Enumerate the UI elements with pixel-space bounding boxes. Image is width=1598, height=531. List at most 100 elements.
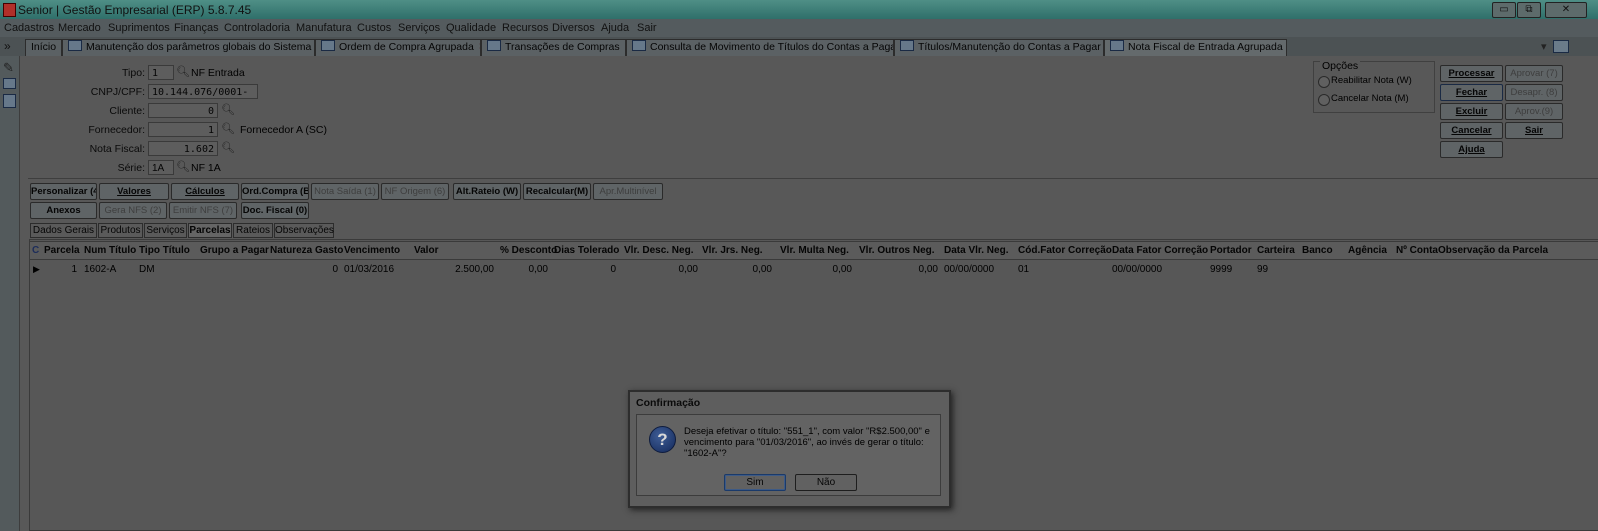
cell-dias-tolerado[interactable]: 0	[590, 264, 616, 275]
desaprovar-button[interactable]: Desapr. (8)	[1505, 84, 1563, 101]
menu-custos[interactable]: Custos	[357, 22, 391, 34]
cell-tipo-titulo[interactable]: DM	[139, 264, 155, 275]
tipo-field[interactable]: 1	[148, 65, 174, 80]
subtab-produtos[interactable]: Produtos	[98, 223, 143, 238]
cell-num-titulo[interactable]: 1602-A	[84, 264, 116, 275]
search-icon[interactable]: 🔍︎	[221, 141, 235, 154]
subtab-parcelas[interactable]: Parcelas	[188, 223, 232, 238]
window-icon[interactable]	[3, 78, 16, 89]
col-header[interactable]: Tipo Título	[139, 245, 190, 256]
cell-vlr-jrs-neg[interactable]: 0,00	[734, 264, 772, 275]
search-icon[interactable]: 🔍︎	[221, 122, 235, 135]
col-header[interactable]: Grupo a Pagar	[200, 245, 269, 256]
doc-fiscal-button[interactable]: Doc. Fiscal (0)	[241, 202, 309, 219]
col-header[interactable]: Cód.Fator Correção	[1018, 245, 1112, 256]
recalcular-button[interactable]: Recalcular(M)	[523, 183, 591, 200]
menu-mercado[interactable]: Mercado	[58, 22, 101, 34]
col-header[interactable]: Vlr. Jrs. Neg.	[702, 245, 763, 256]
tab-titulos-manutencao[interactable]: Títulos/Manutenção do Contas a Pagar✖	[894, 39, 1104, 56]
search-icon[interactable]: 🔍︎	[176, 160, 190, 173]
apr-multinivel-button[interactable]: Apr.Multinível	[593, 183, 663, 200]
cancelar-button[interactable]: Cancelar	[1440, 122, 1503, 139]
menu-financas[interactable]: Finanças	[174, 22, 219, 34]
nota-fiscal-field[interactable]: 1.602	[148, 141, 218, 156]
col-header[interactable]: Dias Tolerado	[554, 245, 619, 256]
col-header[interactable]: Num Título	[84, 245, 136, 256]
grid-corner[interactable]: C	[32, 245, 39, 256]
col-header[interactable]: % Desconto	[500, 245, 557, 256]
menu-servicos[interactable]: Serviços	[398, 22, 440, 34]
menu-suprimentos[interactable]: Suprimentos	[108, 22, 170, 34]
col-header[interactable]: Data Vlr. Neg.	[944, 245, 1008, 256]
sair-button[interactable]: Sair	[1505, 122, 1563, 139]
cell-vlr-outros-neg[interactable]: 0,00	[900, 264, 938, 275]
expand-arrow-icon[interactable]: »	[4, 39, 11, 53]
cell-valor[interactable]: 2.500,00	[430, 264, 494, 275]
tab-inicio[interactable]: Início	[25, 39, 62, 56]
aprov-button[interactable]: Aprov.(9)	[1505, 103, 1563, 120]
col-header[interactable]: Carteira	[1257, 245, 1295, 256]
excluir-button[interactable]: Excluir	[1440, 103, 1503, 120]
tab-nota-fiscal-entrada-agrupada[interactable]: Nota Fiscal de Entrada Agrupada✖	[1104, 39, 1287, 56]
cell-parcela[interactable]: 1	[67, 264, 77, 275]
wrench-icon[interactable]: ✎	[3, 60, 14, 76]
menu-sair[interactable]: Sair	[637, 22, 657, 34]
ajuda-button[interactable]: Ajuda	[1440, 141, 1503, 158]
nao-button[interactable]: Não	[795, 474, 857, 491]
minimize-button[interactable]: ▭	[1492, 2, 1516, 18]
col-header[interactable]: Observação da Parcela	[1438, 245, 1548, 256]
cell-carteira[interactable]: 99	[1257, 264, 1268, 275]
anexos-button[interactable]: Anexos	[30, 202, 97, 219]
menu-cadastros[interactable]: Cadastros	[4, 22, 54, 34]
menu-manufatura[interactable]: Manufatura	[296, 22, 352, 34]
cell-vlr-desc-neg[interactable]: 0,00	[660, 264, 698, 275]
calculos-button[interactable]: Cálculos	[171, 183, 239, 200]
document-icon[interactable]	[3, 94, 16, 108]
col-header[interactable]: Vlr. Outros Neg.	[859, 245, 935, 256]
tab-parametros-globais[interactable]: Manutenção dos parâmetros globais do Sis…	[62, 39, 315, 56]
cell-cod-fator[interactable]: 01	[1018, 264, 1029, 275]
col-header[interactable]: Natureza Gasto	[270, 245, 343, 256]
search-icon[interactable]: 🔍︎	[176, 65, 190, 78]
serie-field[interactable]: 1A	[148, 160, 174, 175]
cnpj-field[interactable]: 10.144.076/0001-44	[148, 84, 258, 113]
col-header[interactable]: Banco	[1302, 245, 1333, 256]
valores-button[interactable]: Valores	[99, 183, 169, 200]
tab-list-dropdown-icon[interactable]: ▾	[1541, 40, 1547, 53]
sim-button[interactable]: Sim	[724, 474, 786, 491]
gera-nfs-button[interactable]: Gera NFS (2)	[99, 202, 167, 219]
subtab-rateios[interactable]: Rateios	[233, 223, 273, 238]
cell-desconto[interactable]: 0,00	[510, 264, 548, 275]
nota-saida-button[interactable]: Nota Saída (1)	[311, 183, 379, 200]
cancelar-nota-radio[interactable]	[1318, 94, 1330, 106]
subtab-dados-gerais[interactable]: Dados Gerais	[30, 223, 97, 238]
col-header[interactable]: Vlr. Multa Neg.	[780, 245, 849, 256]
tab-ordem-compra-agrupada[interactable]: Ordem de Compra Agrupada✖	[315, 39, 481, 56]
tab-transacoes-compras[interactable]: Transações de Compras✖	[481, 39, 626, 56]
col-header[interactable]: Portador	[1210, 245, 1252, 256]
search-icon[interactable]: 🔍︎	[221, 103, 235, 116]
ord-compra-button[interactable]: Ord.Compra (B)	[241, 183, 309, 200]
cell-natureza-gasto[interactable]: 0	[322, 264, 338, 275]
cell-data-vlr-neg[interactable]: 00/00/0000	[944, 264, 994, 275]
subtab-observacoes[interactable]: Observações	[274, 223, 334, 238]
emitir-nfs-button[interactable]: Emitir NFS (7)	[169, 202, 237, 219]
cell-vlr-multa-neg[interactable]: 0,00	[814, 264, 852, 275]
menu-recursos[interactable]: Recursos	[502, 22, 548, 34]
cliente-field[interactable]: 0	[148, 103, 218, 118]
col-header[interactable]: Nº Conta	[1396, 245, 1438, 256]
nf-origem-button[interactable]: NF Origem (6)	[381, 183, 449, 200]
aprovar-button[interactable]: Aprovar (7)	[1505, 65, 1563, 82]
menu-ajuda[interactable]: Ajuda	[601, 22, 629, 34]
cell-vencimento[interactable]: 01/03/2016	[344, 264, 394, 275]
col-header[interactable]: Agência	[1348, 245, 1387, 256]
table-row[interactable]: ▶ 1 1602-A DM 0 01/03/2016 2.500,00 0,00…	[30, 261, 1597, 277]
cell-data-fator[interactable]: 00/00/0000	[1112, 264, 1162, 275]
col-header[interactable]: Data Fator Correção	[1112, 245, 1208, 256]
menu-controladoria[interactable]: Controladoria	[224, 22, 290, 34]
processar-button[interactable]: Processar	[1440, 65, 1503, 82]
col-header[interactable]: Parcela	[44, 245, 80, 256]
cell-portador[interactable]: 9999	[1210, 264, 1232, 275]
maximize-panel-icon[interactable]	[1553, 40, 1569, 53]
tab-consulta-movimento-titulos[interactable]: Consulta de Movimento de Títulos do Cont…	[626, 39, 894, 56]
